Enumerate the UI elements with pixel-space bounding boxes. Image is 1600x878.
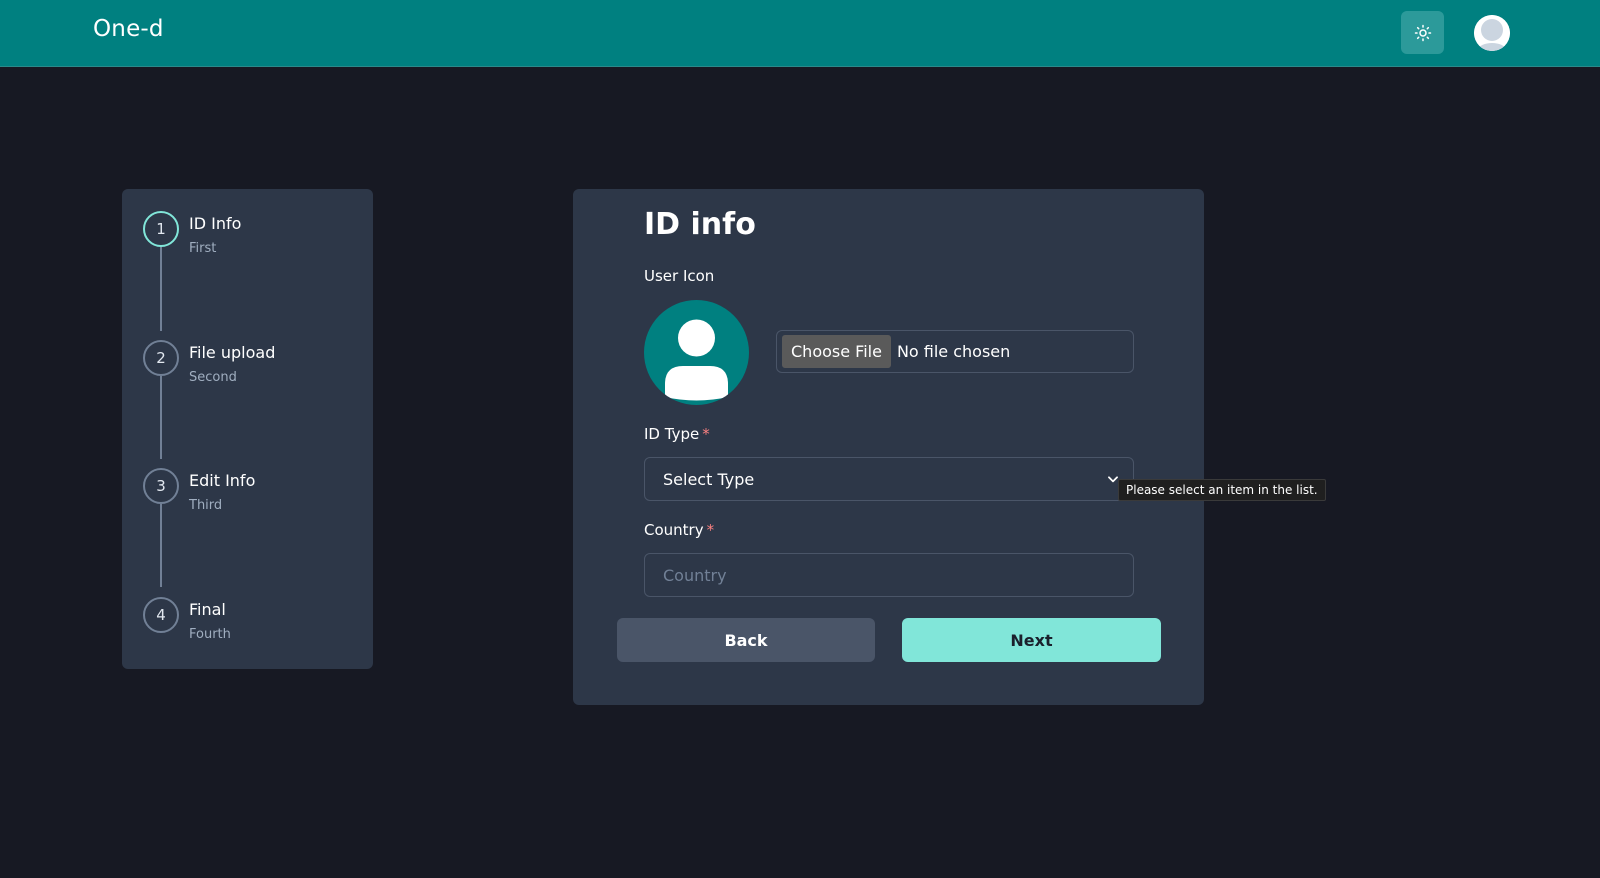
- step-title: File upload: [189, 343, 276, 362]
- step-subtitle: Second: [189, 370, 237, 385]
- country-label: Country *: [644, 521, 714, 539]
- step-number-circle: 2: [143, 340, 179, 376]
- user-icon-file-input[interactable]: Choose File No file chosen: [776, 330, 1134, 373]
- step-edit-info[interactable]: 3 Edit Info Third: [143, 468, 363, 528]
- id-type-label-text: ID Type: [644, 425, 700, 443]
- id-type-label: ID Type *: [644, 425, 710, 443]
- id-info-form-card: ID info User Icon Choose File No file ch…: [573, 189, 1204, 705]
- user-icon-label: User Icon: [644, 267, 715, 285]
- step-title: ID Info: [189, 214, 242, 233]
- sun-icon: [1414, 24, 1431, 41]
- user-icon-preview: [644, 300, 749, 405]
- step-number-circle: 4: [143, 597, 179, 633]
- required-mark: *: [702, 425, 710, 443]
- country-input[interactable]: [644, 553, 1134, 597]
- step-file-upload[interactable]: 2 File upload Second: [143, 340, 363, 400]
- user-avatar-icon: [1474, 15, 1510, 51]
- form-title: ID info: [644, 207, 756, 242]
- user-placeholder-icon: [665, 319, 728, 401]
- file-status-text: No file chosen: [896, 342, 1011, 361]
- step-subtitle: Fourth: [189, 627, 231, 642]
- country-label-text: Country: [644, 521, 704, 539]
- id-type-selected-value: Select Type: [663, 470, 755, 489]
- required-mark: *: [706, 521, 715, 539]
- step-title: Final: [189, 600, 226, 619]
- stepper-panel: 1 ID Info First 2 File upload Second 3 E…: [122, 189, 373, 669]
- theme-toggle-button[interactable]: [1401, 11, 1444, 54]
- brand-logo-text[interactable]: One-d: [93, 16, 164, 42]
- step-id-info[interactable]: 1 ID Info First: [143, 211, 363, 271]
- step-number-circle: 1: [143, 211, 179, 247]
- choose-file-button[interactable]: Choose File: [782, 335, 891, 368]
- step-final[interactable]: 4 Final Fourth: [143, 597, 363, 657]
- back-button[interactable]: Back: [617, 618, 875, 662]
- step-subtitle: First: [189, 241, 217, 256]
- step-title: Edit Info: [189, 471, 256, 490]
- profile-avatar-button[interactable]: [1474, 15, 1510, 51]
- validation-tooltip: Please select an item in the list.: [1118, 479, 1326, 501]
- step-subtitle: Third: [189, 498, 223, 513]
- next-button[interactable]: Next: [902, 618, 1161, 662]
- top-header: One-d: [0, 0, 1600, 67]
- step-number-circle: 3: [143, 468, 179, 504]
- id-type-select[interactable]: Select Type: [644, 457, 1134, 501]
